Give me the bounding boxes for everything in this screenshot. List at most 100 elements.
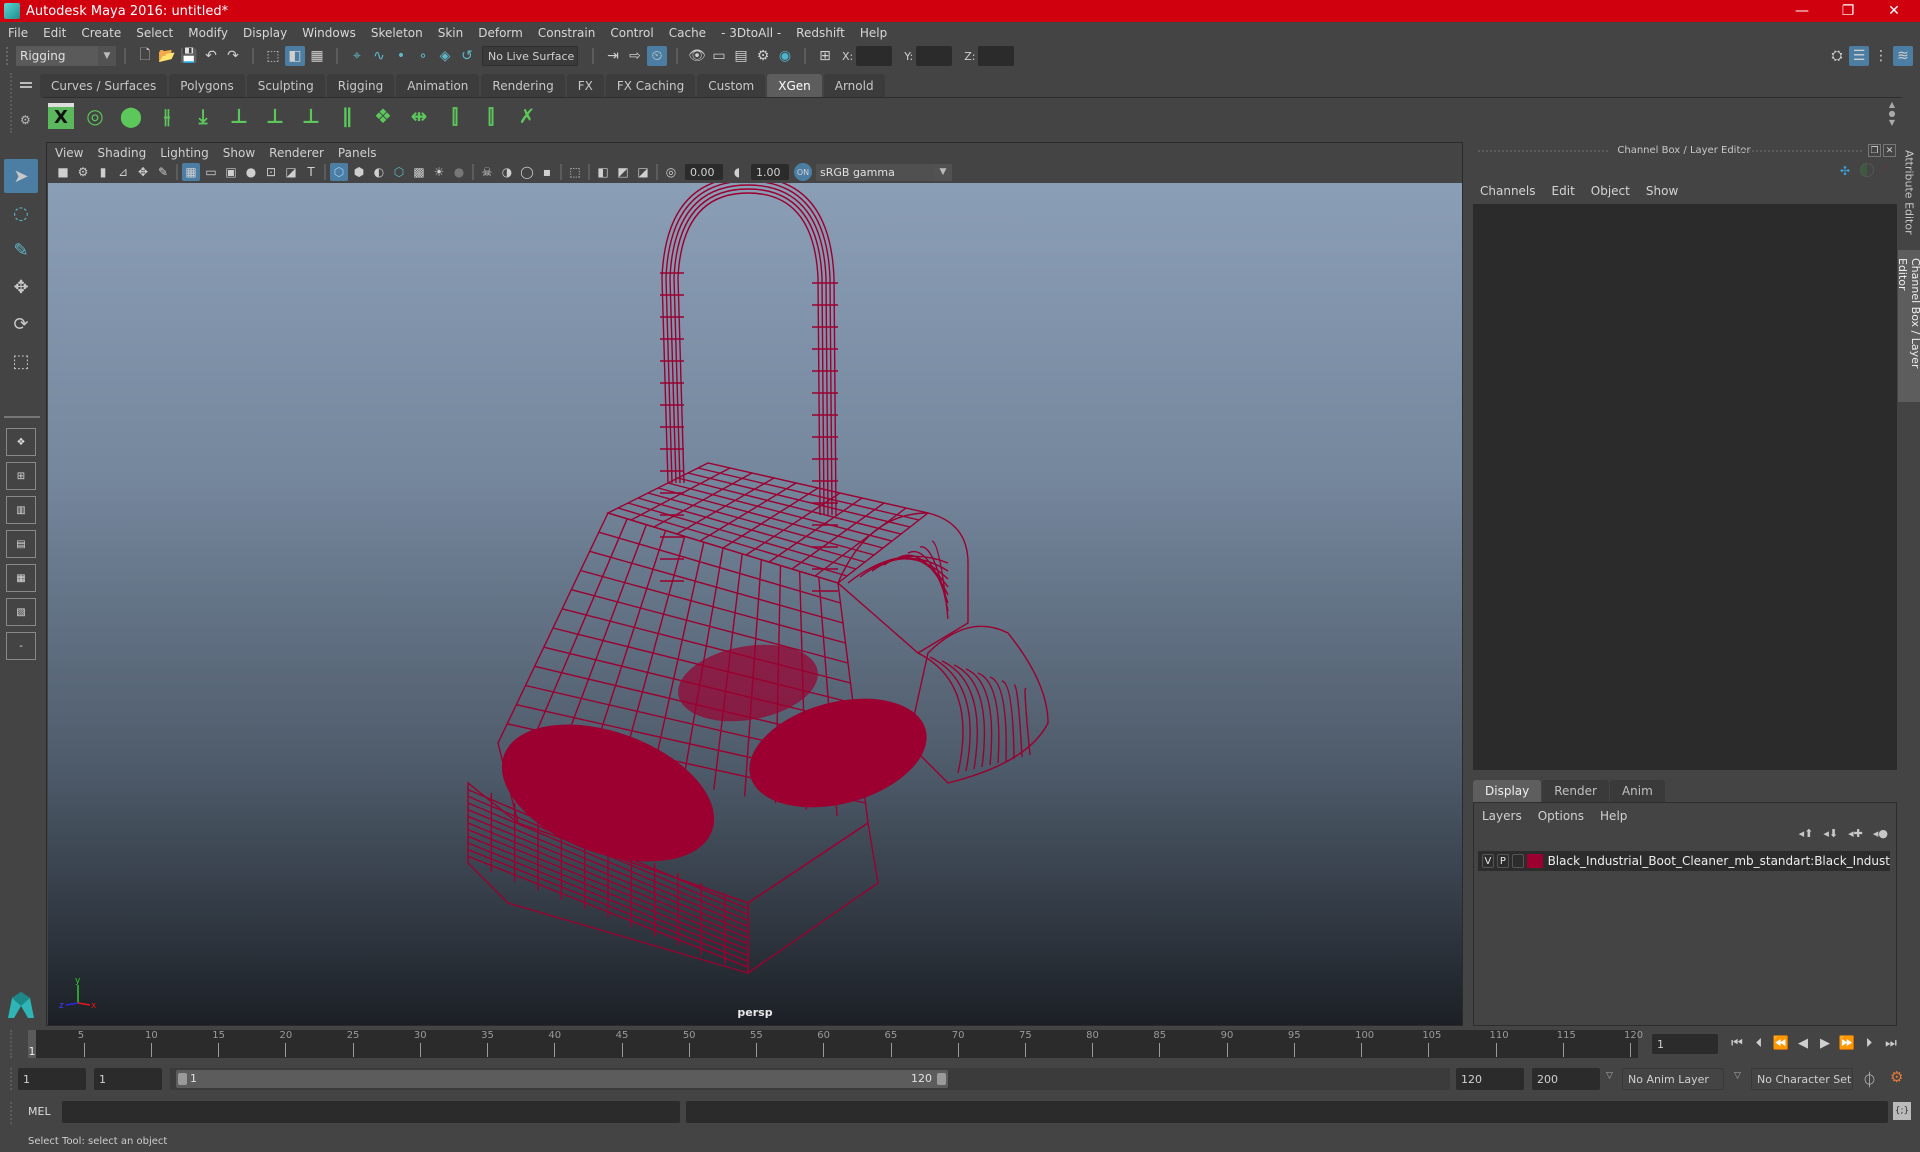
panel-menu-lighting[interactable]: Lighting bbox=[160, 146, 209, 160]
shelf-tab-rendering[interactable]: Rendering bbox=[481, 74, 565, 97]
sculpt-guides-icon[interactable]: ⤓ bbox=[188, 101, 218, 131]
open-scene-icon[interactable]: 📂 bbox=[157, 46, 177, 66]
rotate-tool-icon[interactable]: ⟳ bbox=[4, 307, 38, 341]
start-time-field[interactable]: 1 bbox=[18, 1068, 86, 1090]
panel-menu-show[interactable]: Show bbox=[223, 146, 255, 160]
close-panel-icon[interactable]: ✕ bbox=[1883, 144, 1896, 157]
panel-menu-shading[interactable]: Shading bbox=[97, 146, 146, 160]
wireframe-on-shaded-icon[interactable]: ⬡ bbox=[390, 163, 408, 181]
script-language-toggle[interactable]: MEL bbox=[28, 1105, 51, 1118]
range-end-knob[interactable] bbox=[937, 1073, 946, 1085]
xgen-editor-icon[interactable]: X bbox=[48, 102, 74, 129]
tool-settings-toggle-icon[interactable]: ⋮ bbox=[1871, 46, 1891, 66]
wireframe-icon[interactable]: ⬡ bbox=[330, 163, 348, 181]
panel-menu-view[interactable]: View bbox=[55, 146, 83, 160]
guide-cv-icon[interactable]: ⫿ bbox=[476, 101, 506, 131]
delete-guides-icon[interactable]: ✗ bbox=[512, 101, 542, 131]
y-field[interactable] bbox=[916, 46, 953, 66]
menu-create[interactable]: Create bbox=[81, 26, 121, 40]
shelf-tab-rigging[interactable]: Rigging bbox=[326, 74, 395, 97]
minimize-button[interactable]: — bbox=[1780, 0, 1824, 22]
new-layer-from-selected-icon[interactable]: ◂● bbox=[1873, 827, 1888, 840]
menu-skin[interactable]: Skin bbox=[438, 26, 464, 40]
scroll-thumb[interactable]: ● bbox=[1889, 109, 1896, 118]
undo-icon[interactable]: ↶ bbox=[201, 46, 221, 66]
menu-3dtoall[interactable]: - 3DtoAll - bbox=[721, 26, 781, 40]
ipr-render-icon[interactable]: ▤ bbox=[731, 46, 751, 66]
playback-end-field[interactable]: 120 bbox=[1456, 1068, 1524, 1090]
multisample-aa-icon[interactable]: ◯ bbox=[518, 163, 536, 181]
time-slider-grip[interactable] bbox=[10, 1030, 14, 1058]
restore-button[interactable]: ❐ bbox=[1826, 0, 1870, 22]
single-perspective-layout-icon[interactable]: ❖ bbox=[6, 428, 36, 456]
menu-cache[interactable]: Cache bbox=[669, 26, 706, 40]
shelf-tab-arnold[interactable]: Arnold bbox=[823, 74, 885, 97]
four-view-layout-icon[interactable]: ⊞ bbox=[6, 462, 36, 490]
output-ops-icon[interactable]: ⇨ bbox=[625, 46, 645, 66]
input-ops-icon[interactable]: ⇥ bbox=[603, 46, 623, 66]
character-set-chevron-icon[interactable]: ▽ bbox=[1734, 1071, 1741, 1081]
xray-components-icon[interactable]: ◪ bbox=[634, 163, 652, 181]
safe-action-icon[interactable]: ◪ bbox=[282, 163, 300, 181]
auto-key-icon[interactable]: ⏀ bbox=[1862, 1069, 1877, 1090]
step-back-key-icon[interactable]: ⏪ bbox=[1770, 1033, 1792, 1053]
scroll-up-icon[interactable]: ▲ bbox=[1889, 100, 1895, 109]
playback-start-field[interactable]: 1 bbox=[94, 1068, 162, 1090]
shelf-tab-animation[interactable]: Animation bbox=[396, 74, 480, 97]
cb-menu-show[interactable]: Show bbox=[1646, 184, 1678, 198]
shelf-grip[interactable] bbox=[10, 73, 14, 133]
panel-menu-panels[interactable]: Panels bbox=[338, 146, 377, 160]
color-management-toggle-icon[interactable]: ON bbox=[794, 163, 812, 181]
play-forwards-icon[interactable]: ▶ bbox=[1814, 1033, 1836, 1053]
menu-windows[interactable]: Windows bbox=[302, 26, 356, 40]
gamma-icon[interactable]: ◖ bbox=[728, 163, 746, 181]
z-field[interactable] bbox=[978, 46, 1015, 66]
manipulator-icon[interactable]: ✣ bbox=[1840, 164, 1850, 178]
shelf-menu-icon[interactable] bbox=[20, 82, 32, 88]
snap-grid-icon[interactable]: ⌖ bbox=[347, 46, 367, 66]
xray-icon[interactable]: ◧ bbox=[594, 163, 612, 181]
guide-visibility-icon[interactable]: ⊥ bbox=[260, 101, 290, 131]
menu-help[interactable]: Help bbox=[860, 26, 887, 40]
shelf-tab-fx-caching[interactable]: FX Caching bbox=[605, 74, 696, 97]
snap-view-plane-icon[interactable]: ∘ bbox=[413, 46, 433, 66]
textured-icon[interactable]: ▩ bbox=[410, 163, 428, 181]
character-set-dropdown[interactable]: No Character Set bbox=[1751, 1068, 1853, 1090]
redo-icon[interactable]: ↷ bbox=[223, 46, 243, 66]
move-tool-icon[interactable]: ✥ bbox=[4, 270, 38, 304]
live-surface-field[interactable]: No Live Surface bbox=[482, 46, 578, 66]
smooth-shade-icon[interactable]: ⬢ bbox=[350, 163, 368, 181]
select-guides-icon[interactable]: ⫿ bbox=[440, 101, 470, 131]
panel-grip-right[interactable] bbox=[1740, 150, 1862, 152]
add-guides-icon[interactable]: ⫲ bbox=[152, 101, 182, 131]
menu-constrain[interactable]: Constrain bbox=[538, 26, 596, 40]
menu-select[interactable]: Select bbox=[136, 26, 173, 40]
select-by-component-icon[interactable]: ▦ bbox=[307, 46, 327, 66]
close-button[interactable]: ✕ bbox=[1872, 0, 1916, 22]
select-tool-icon[interactable]: ➤ bbox=[4, 159, 38, 193]
shelf-tab-curves-surfaces[interactable]: Curves / Surfaces bbox=[40, 74, 168, 97]
layout-more-icon[interactable]: - bbox=[6, 632, 36, 660]
use-default-material-icon[interactable]: ◐ bbox=[370, 163, 388, 181]
cb-menu-edit[interactable]: Edit bbox=[1552, 184, 1575, 198]
xgen-preview-icon[interactable]: ◎ bbox=[80, 101, 110, 131]
step-forward-key-icon[interactable]: ⏩ bbox=[1836, 1033, 1858, 1053]
render-settings-icon[interactable]: ⚙ bbox=[753, 46, 773, 66]
layer-tab-anim[interactable]: Anim bbox=[1609, 780, 1665, 802]
layer-tab-render[interactable]: Render bbox=[1542, 780, 1609, 802]
menu-control[interactable]: Control bbox=[610, 26, 653, 40]
save-scene-icon[interactable]: 💾 bbox=[179, 46, 199, 66]
shelf-tab-fx[interactable]: FX bbox=[566, 74, 604, 97]
menu-deform[interactable]: Deform bbox=[478, 26, 523, 40]
hyper-toggle-icon[interactable]: ⟋ bbox=[1880, 162, 1888, 177]
go-to-start-icon[interactable]: ⏮ bbox=[1726, 1033, 1748, 1053]
2d-pan-zoom-icon[interactable]: ✥ bbox=[134, 163, 152, 181]
gate-mask-icon[interactable]: ● bbox=[242, 163, 260, 181]
snap-point-icon[interactable]: • bbox=[391, 46, 411, 66]
shelf-tab-polygons[interactable]: Polygons bbox=[169, 74, 245, 97]
step-forward-frame-icon[interactable]: ⏵ bbox=[1858, 1033, 1880, 1053]
scale-tool-icon[interactable]: ⬚ bbox=[4, 344, 38, 378]
layer-menu-help[interactable]: Help bbox=[1600, 809, 1627, 823]
exposure-field[interactable]: 0.00 bbox=[685, 164, 723, 180]
cb-menu-channels[interactable]: Channels bbox=[1480, 184, 1536, 198]
